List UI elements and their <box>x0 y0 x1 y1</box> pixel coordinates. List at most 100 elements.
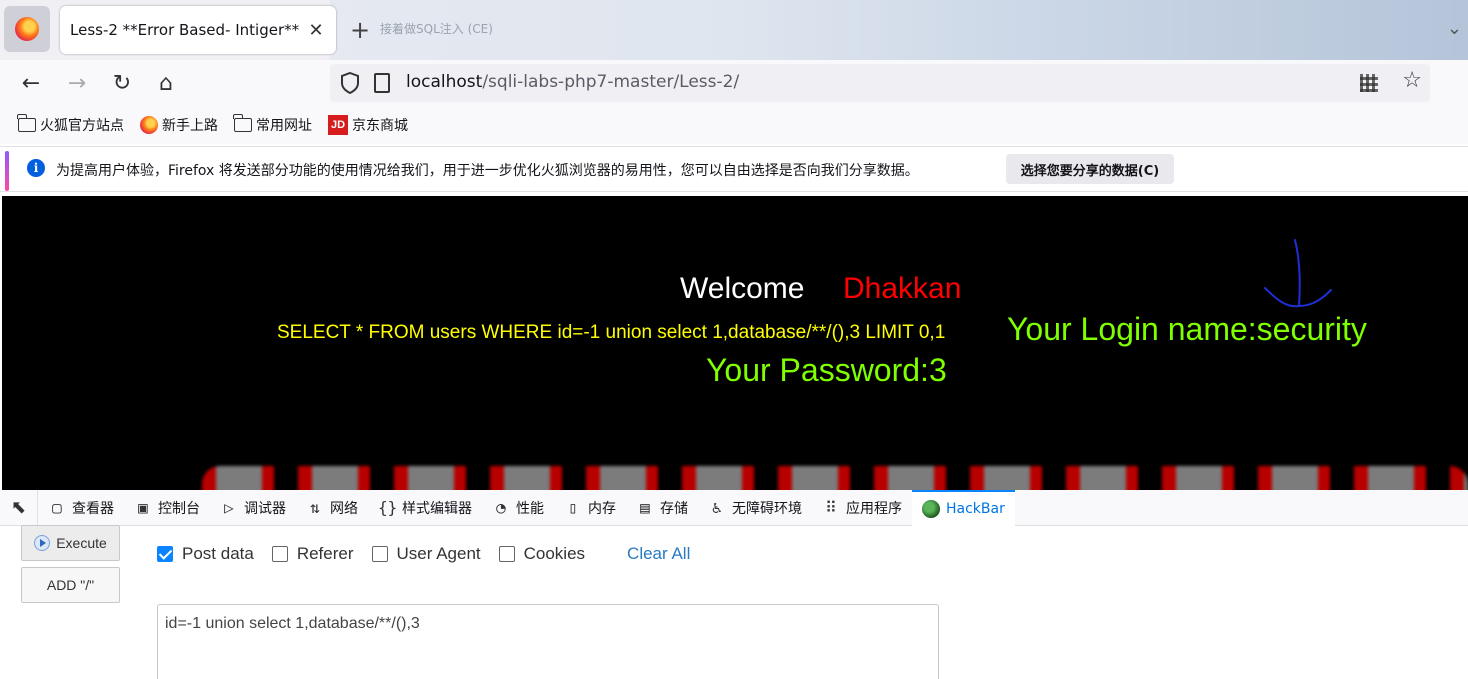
hackbar-icon <box>922 499 940 518</box>
reload-icon[interactable]: ↻ <box>107 68 137 98</box>
forward-icon[interactable]: → <box>62 68 92 98</box>
tab-inspector[interactable]: ▢ 查看器 <box>38 490 124 526</box>
execute-label: Execute <box>56 535 107 551</box>
folder-icon <box>233 114 252 132</box>
url-host: localhost <box>406 72 483 92</box>
password-result: Your Password:3 <box>706 352 947 388</box>
option-referer[interactable]: Referer <box>271 544 354 564</box>
tab-performance[interactable]: ◔ 性能 <box>482 490 554 526</box>
tab-active[interactable]: Less-2 **Error Based- Intiger** ✕ <box>60 6 336 54</box>
firefox-icon <box>15 17 39 41</box>
storage-icon: ▤ <box>640 498 650 517</box>
bookmark-item[interactable]: 新手上路 <box>140 115 218 135</box>
tab-label: 网络 <box>330 500 358 517</box>
page-icon[interactable] <box>374 73 390 93</box>
bookmark-label: 常用网址 <box>256 118 312 134</box>
tab-label: HackBar <box>946 500 1005 517</box>
post-data-textarea[interactable]: id=-1 union select 1,database/**/(),3 <box>157 604 939 679</box>
cookies-checkbox[interactable] <box>498 546 515 562</box>
page-content: Welcome Dhakkan SELECT * FROM users WHER… <box>2 196 1468 490</box>
bookmark-item[interactable]: JD 京东商城 <box>328 115 408 135</box>
console-icon: ▣ <box>138 498 148 517</box>
hackbar-options: Post data Referer User Agent Cookies Cle… <box>157 544 690 564</box>
welcome-text: Welcome <box>680 272 805 305</box>
tab-strip-background <box>330 0 1468 60</box>
tab-label: 控制台 <box>158 500 200 517</box>
chevron-down-icon[interactable]: ⌄ <box>1447 18 1462 39</box>
tab-memory[interactable]: ▯ 内存 <box>554 490 626 526</box>
close-icon[interactable]: ✕ <box>306 20 326 41</box>
sql-query: SELECT * FROM users WHERE id=-1 union se… <box>277 322 946 343</box>
option-label: Post data <box>182 544 254 563</box>
login-name-result: Your Login name:security <box>1007 311 1367 347</box>
tab-accessibility[interactable]: ♿ 无障碍环境 <box>698 490 812 526</box>
home-icon[interactable]: ⌂ <box>151 68 181 98</box>
option-post-data[interactable]: Post data <box>157 544 254 564</box>
add-slash-button[interactable]: ADD "/" <box>21 567 120 603</box>
tab-hackbar[interactable]: HackBar <box>912 489 1015 526</box>
option-label: User Agent <box>396 544 481 563</box>
url-path: /sqli-labs-php7-master/Less-2/ <box>482 72 740 92</box>
jd-icon: JD <box>328 115 348 135</box>
tab-strip: Less-2 **Error Based- Intiger** ✕ + 接着做S… <box>0 0 1468 60</box>
navigation-toolbar: ← → ↻ ⌂ localhost/sqli-labs-php7-master/… <box>0 60 1468 106</box>
choose-data-button[interactable]: 选择您要分享的数据(C) <box>1006 154 1174 184</box>
tab-debugger[interactable]: ▷ 调试器 <box>210 490 296 526</box>
play-icon <box>34 535 51 551</box>
notification-accent <box>5 151 9 191</box>
tab-label: 样式编辑器 <box>402 500 472 517</box>
execute-button[interactable]: Execute <box>21 525 120 561</box>
firefox-menu-button[interactable] <box>4 6 50 52</box>
bookmark-label: 火狐官方站点 <box>40 118 124 134</box>
clear-all-link[interactable]: Clear All <box>627 544 690 564</box>
network-icon: ⇅ <box>310 498 320 517</box>
url-text[interactable]: localhost/sqli-labs-php7-master/Less-2/ <box>406 72 739 92</box>
option-label: Cookies <box>523 544 586 563</box>
memory-icon: ▯ <box>568 498 578 517</box>
tab-style-editor[interactable]: {} 样式编辑器 <box>368 490 482 526</box>
option-user-agent[interactable]: User Agent <box>371 544 481 564</box>
accessibility-icon: ♿ <box>712 498 722 517</box>
back-icon[interactable]: ← <box>16 68 46 98</box>
bookmark-label: 京东商城 <box>352 118 408 134</box>
url-bar[interactable]: localhost/sqli-labs-php7-master/Less-2/ … <box>330 64 1430 102</box>
ghost-window-text: 接着做SQL注入 (CE) <box>380 22 493 36</box>
tab-application[interactable]: ⠿ 应用程序 <box>812 490 912 526</box>
referer-checkbox[interactable] <box>271 546 288 562</box>
tab-title: Less-2 **Error Based- Intiger** <box>70 21 300 39</box>
tab-label: 应用程序 <box>846 500 902 517</box>
firefox-icon <box>140 116 158 134</box>
element-picker-icon[interactable]: ⬉ <box>0 489 38 526</box>
tab-label: 无障碍环境 <box>732 500 802 517</box>
bookmark-label: 新手上路 <box>162 118 218 134</box>
notification-bar: i 为提高用户体验，Firefox 将发送部分功能的使用情况给我们，用于进一步优… <box>0 146 1468 192</box>
hackbar-panel: Execute ADD "/" Post data Referer User A… <box>0 525 1468 679</box>
debugger-icon: ▷ <box>224 498 234 517</box>
sql-labs-banner-image <box>202 466 1468 490</box>
style-editor-icon: {} <box>378 498 398 517</box>
option-label: Referer <box>296 544 354 563</box>
post-data-checkbox[interactable] <box>157 546 173 562</box>
hand-drawn-arrow-annotation <box>1264 239 1332 308</box>
qr-code-icon[interactable] <box>1360 74 1378 92</box>
tab-console[interactable]: ▣ 控制台 <box>124 490 210 526</box>
shield-icon[interactable] <box>340 72 360 94</box>
tab-network[interactable]: ⇅ 网络 <box>296 490 368 526</box>
bookmark-item[interactable]: 火狐官方站点 <box>17 114 124 135</box>
option-cookies[interactable]: Cookies <box>498 544 586 564</box>
tab-label: 性能 <box>516 500 544 517</box>
user-agent-checkbox[interactable] <box>371 546 388 562</box>
bookmarks-toolbar: 火狐官方站点 新手上路 常用网址 JD 京东商城 <box>0 106 1468 144</box>
performance-icon: ◔ <box>496 498 506 517</box>
new-tab-icon[interactable]: + <box>350 16 370 44</box>
tab-label: 调试器 <box>244 500 286 517</box>
star-icon[interactable]: ☆ <box>1402 68 1422 93</box>
tab-label: 存储 <box>660 500 688 517</box>
tab-label: 内存 <box>588 500 616 517</box>
devtools-toolbar: ⬉ ▢ 查看器 ▣ 控制台 ▷ 调试器 ⇅ 网络 {} 样式编辑器 ◔ 性能 ▯ 内存 ▤ 存储… <box>0 489 1468 526</box>
inspector-icon: ▢ <box>52 498 62 517</box>
bookmark-item[interactable]: 常用网址 <box>233 114 312 135</box>
tab-storage[interactable]: ▤ 存储 <box>626 490 698 526</box>
folder-icon <box>17 114 36 132</box>
welcome-name: Dhakkan <box>843 272 962 305</box>
